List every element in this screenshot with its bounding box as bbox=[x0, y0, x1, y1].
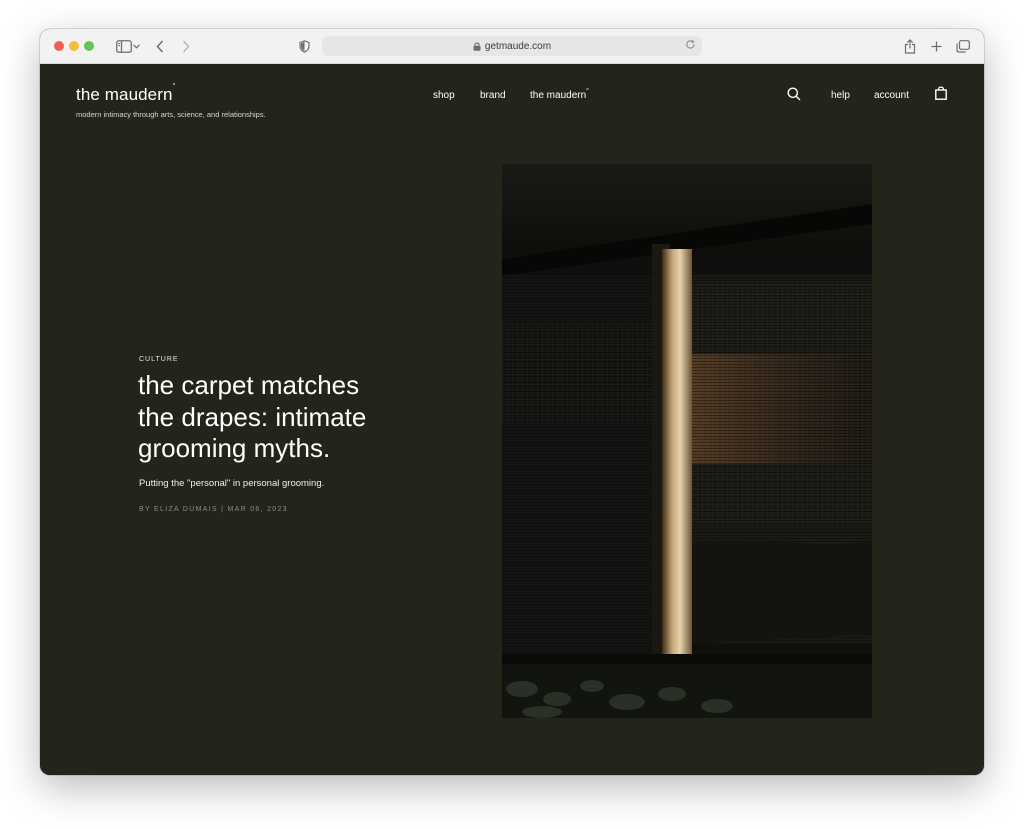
browser-toolbar: getmaude.com bbox=[40, 29, 984, 64]
zoom-window-button[interactable] bbox=[84, 41, 94, 51]
nav-maudern-label: the maudern bbox=[530, 90, 587, 101]
minimize-window-button[interactable] bbox=[69, 41, 79, 51]
address-url: getmaude.com bbox=[484, 40, 552, 52]
hero-photo[interactable] bbox=[502, 164, 872, 718]
article-subtitle: Putting the "personal" in personal groom… bbox=[139, 478, 325, 489]
search-icon[interactable] bbox=[787, 87, 801, 101]
address-bar[interactable]: getmaude.com bbox=[322, 36, 702, 56]
page: the maudern° modern intimacy through art… bbox=[40, 64, 984, 775]
reload-icon[interactable] bbox=[685, 39, 696, 50]
article-byline: BY ELIZA DUMAIS | MAR 06, 2023 bbox=[139, 506, 288, 513]
article-category[interactable]: CULTURE bbox=[139, 356, 179, 363]
shopping-bag-icon[interactable] bbox=[935, 86, 947, 100]
shield-icon[interactable] bbox=[296, 37, 312, 55]
brand-name: the maudern bbox=[76, 85, 173, 104]
nav-maudern-mark: ° bbox=[586, 88, 589, 95]
article-title[interactable]: the carpet matches the drapes: intimate … bbox=[138, 370, 398, 465]
nav-maudern-link[interactable]: the maudern° bbox=[530, 88, 589, 101]
plus-icon[interactable] bbox=[928, 37, 944, 55]
brand-mark: ° bbox=[172, 83, 176, 90]
hero-photo-artwork bbox=[502, 164, 872, 718]
chevron-right-icon[interactable] bbox=[178, 37, 194, 55]
nav-brand-link[interactable]: brand bbox=[480, 90, 506, 101]
share-icon[interactable] bbox=[902, 37, 918, 55]
site-tagline: modern intimacy through arts, science, a… bbox=[76, 110, 266, 119]
nav-shop-link[interactable]: shop bbox=[433, 90, 455, 101]
browser-window: getmaude.com the maudern° modern intimac… bbox=[40, 29, 984, 775]
lock-icon bbox=[473, 42, 481, 51]
chevron-down-icon[interactable] bbox=[130, 37, 142, 55]
chevron-left-icon[interactable] bbox=[152, 37, 168, 55]
account-link[interactable]: account bbox=[874, 90, 909, 101]
site-logo[interactable]: the maudern° bbox=[76, 83, 176, 105]
tabs-icon[interactable] bbox=[954, 37, 972, 55]
help-link[interactable]: help bbox=[831, 90, 850, 101]
close-window-button[interactable] bbox=[54, 41, 64, 51]
